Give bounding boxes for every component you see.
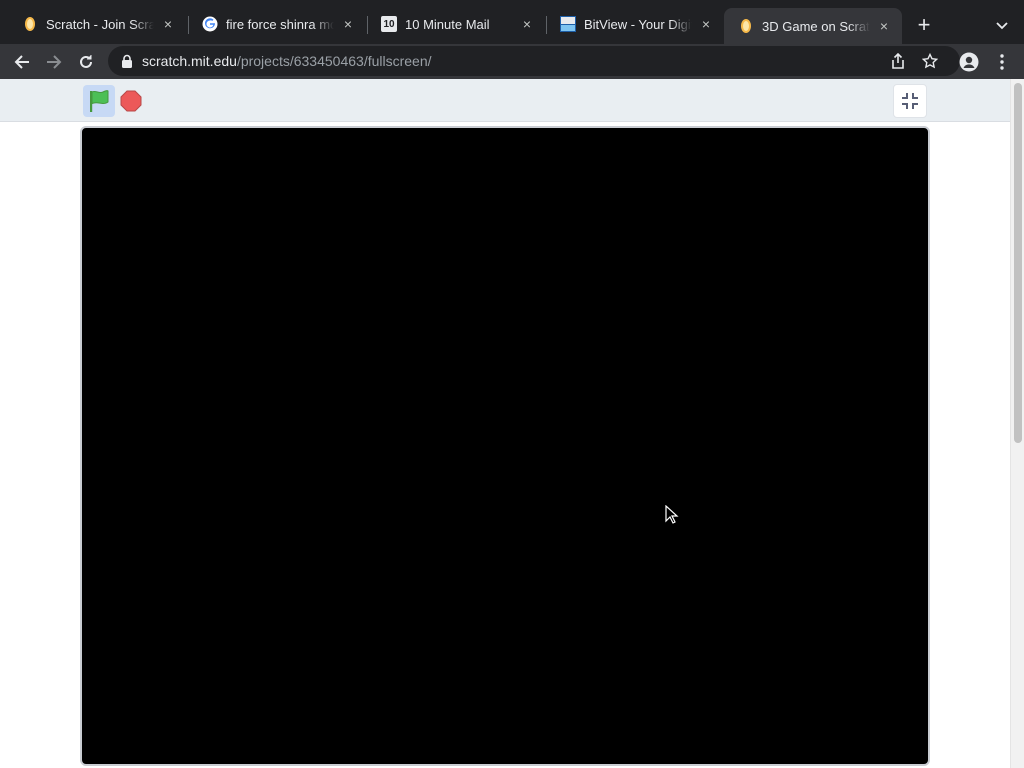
- close-icon[interactable]: ×: [160, 16, 176, 32]
- new-tab-button[interactable]: +: [912, 13, 936, 37]
- scrollbar-thumb[interactable]: [1014, 83, 1022, 443]
- bitview-icon: [560, 16, 576, 32]
- star-icon: [922, 53, 938, 69]
- green-flag-icon: [90, 90, 109, 112]
- plus-icon: +: [917, 12, 931, 37]
- close-icon[interactable]: ×: [698, 16, 714, 32]
- ten-minute-mail-icon: 10: [381, 16, 397, 32]
- scratch-cat-icon: [738, 18, 754, 34]
- tab-scratch-join[interactable]: Scratch - Join Scratch ×: [8, 8, 186, 40]
- exit-fullscreen-icon: [902, 93, 918, 109]
- green-flag-button[interactable]: [83, 85, 115, 117]
- more-vert-icon: [1000, 54, 1004, 70]
- player-controls-bar: [0, 79, 1010, 122]
- forward-button[interactable]: [40, 48, 68, 76]
- browser-toolbar: scratch.mit.edu/projects/633450463/fulls…: [0, 44, 1024, 79]
- exit-fullscreen-button[interactable]: [893, 84, 927, 118]
- arrow-right-icon: [47, 55, 62, 69]
- tab-title: Scratch - Join Scratch: [46, 16, 154, 32]
- close-icon[interactable]: ×: [876, 18, 892, 34]
- address-bar[interactable]: scratch.mit.edu/projects/633450463/fulls…: [108, 46, 960, 76]
- close-icon[interactable]: ×: [340, 16, 356, 32]
- tab-title: 3D Game on Scratch: [762, 18, 870, 34]
- arrow-left-icon: [14, 55, 29, 69]
- ten-minute-mail-glyph: 10: [383, 18, 395, 30]
- share-button[interactable]: [888, 51, 908, 71]
- chevron-down-icon: [996, 22, 1008, 30]
- url-host: scratch.mit.edu: [142, 53, 237, 69]
- stop-button[interactable]: [119, 89, 143, 113]
- mouse-pointer-icon: [665, 505, 679, 524]
- tab-search-button[interactable]: [990, 14, 1014, 38]
- back-button[interactable]: [8, 48, 36, 76]
- tab-title: fire force shinra mom: [226, 16, 334, 32]
- share-icon: [892, 53, 904, 69]
- project-stage[interactable]: [80, 126, 930, 766]
- browser-menu-button[interactable]: [988, 48, 1016, 76]
- reload-icon: [80, 55, 92, 68]
- avatar-icon: [959, 52, 979, 72]
- stop-sign-icon: [120, 90, 142, 112]
- tab-bitview[interactable]: BitView - Your Digital ×: [546, 8, 724, 40]
- page-scrollbar[interactable]: [1010, 79, 1024, 768]
- close-icon[interactable]: ×: [519, 16, 535, 32]
- url-text: scratch.mit.edu/projects/633450463/fulls…: [142, 53, 432, 69]
- reload-button[interactable]: [72, 48, 100, 76]
- tab-title: 10 Minute Mail: [405, 16, 490, 32]
- scratch-fullscreen-page: [0, 79, 1010, 768]
- scratch-cat-icon: [22, 16, 38, 32]
- url-path: /projects/633450463/fullscreen/: [236, 53, 432, 69]
- google-g-icon: [202, 16, 218, 32]
- tab-title: BitView - Your Digital: [584, 16, 692, 32]
- profile-button[interactable]: [955, 48, 983, 76]
- tab-3d-game-scratch[interactable]: 3D Game on Scratch ×: [724, 8, 902, 44]
- bookmark-button[interactable]: [920, 51, 940, 71]
- tab-ten-minute-mail[interactable]: 10 10 Minute Mail ×: [367, 8, 545, 40]
- tab-google-search[interactable]: fire force shinra mom ×: [188, 8, 366, 40]
- lock-icon: [122, 54, 132, 68]
- tab-strip: Scratch - Join Scratch × fire force shin…: [0, 0, 1024, 44]
